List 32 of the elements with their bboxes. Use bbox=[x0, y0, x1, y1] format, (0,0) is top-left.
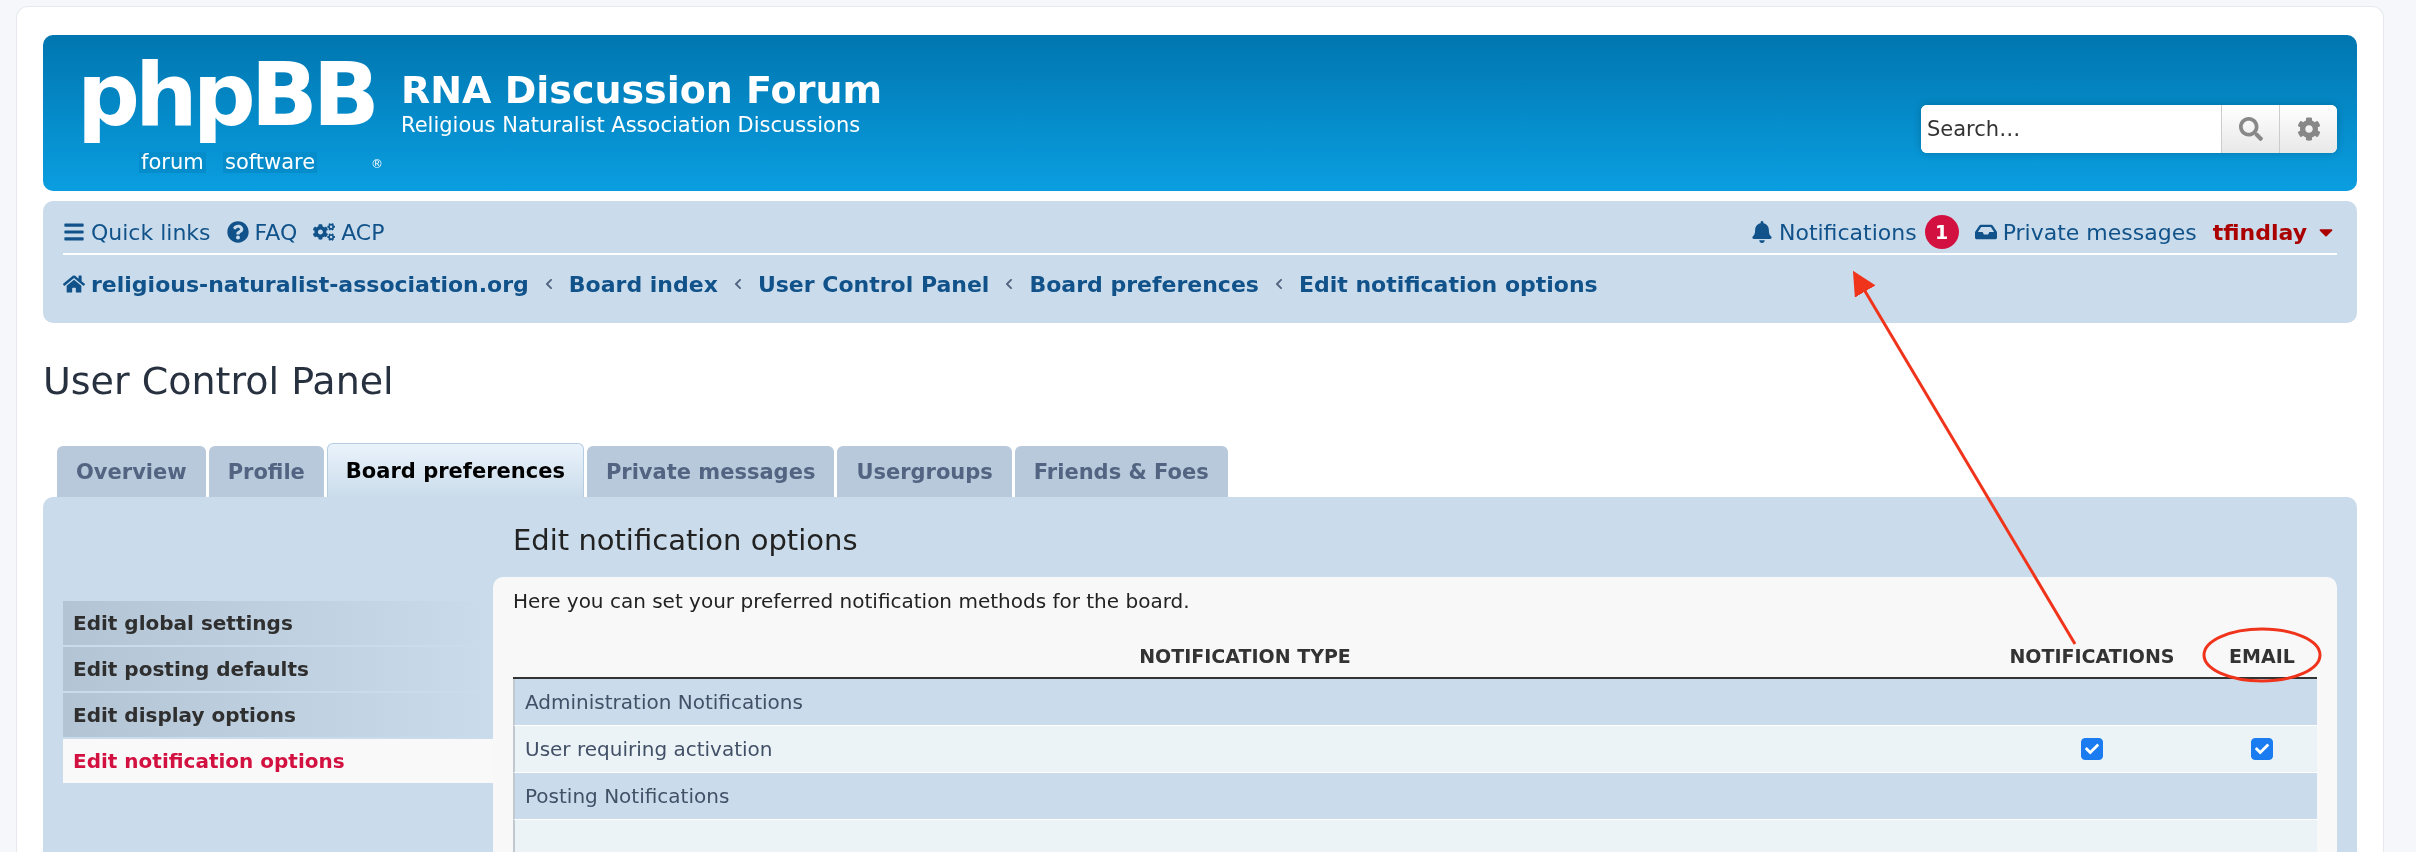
breadcrumb-link[interactable]: Board preferences bbox=[1029, 271, 1259, 297]
section-label: Posting Notifications bbox=[524, 784, 731, 808]
tab[interactable]: Overview bbox=[57, 446, 206, 497]
breadcrumb-link[interactable]: Board index bbox=[568, 271, 718, 297]
notification-count: 1 bbox=[1924, 215, 1959, 249]
breadcrumb-link[interactable]: Edit notification options bbox=[1298, 271, 1598, 297]
section-heading: Edit notification options bbox=[512, 522, 859, 559]
intro-text: Here you can set your preferred notification methods for the board. bbox=[513, 589, 1191, 615]
page-title: User Control Panel bbox=[43, 359, 395, 405]
nav-link[interactable]: ACP bbox=[313, 219, 385, 245]
search-field[interactable]: Search… bbox=[1921, 105, 2337, 153]
username-link[interactable]: tfindlay bbox=[2212, 219, 2307, 245]
tab[interactable]: Friends & Foes bbox=[1014, 446, 1228, 497]
nav-link[interactable]: FAQ bbox=[226, 219, 298, 245]
tab[interactable]: Usergroups bbox=[837, 446, 1012, 497]
site-title: RNA Discussion Forum bbox=[401, 69, 884, 113]
sidebar-item[interactable]: Edit notification options bbox=[63, 739, 493, 783]
private-messages-link[interactable]: Private messages bbox=[1974, 219, 2197, 245]
option-label: User requiring activation bbox=[524, 737, 774, 761]
breadcrumb-link[interactable]: User Control Panel bbox=[757, 271, 990, 297]
tab[interactable]: Board preferences bbox=[326, 443, 584, 497]
section-label: Administration Notifications bbox=[524, 690, 804, 714]
column-header: EMAIL bbox=[2228, 645, 2296, 667]
column-header: NOTIFICATION TYPE bbox=[1138, 645, 1352, 667]
notifications-link[interactable]: Notifications bbox=[1750, 219, 1917, 245]
site-description: Religious Naturalist Association Discussions bbox=[401, 112, 862, 137]
forum-logo[interactable]: phpBB forum software ® bbox=[73, 51, 383, 175]
nav-link[interactable]: Quick links bbox=[63, 219, 211, 245]
breadcrumb-link[interactable]: religious-naturalist-association.org bbox=[91, 271, 529, 297]
tab[interactable]: Private messages bbox=[586, 446, 835, 497]
tab[interactable]: Profile bbox=[208, 446, 324, 497]
column-header: NOTIFICATIONS bbox=[2008, 645, 2176, 667]
